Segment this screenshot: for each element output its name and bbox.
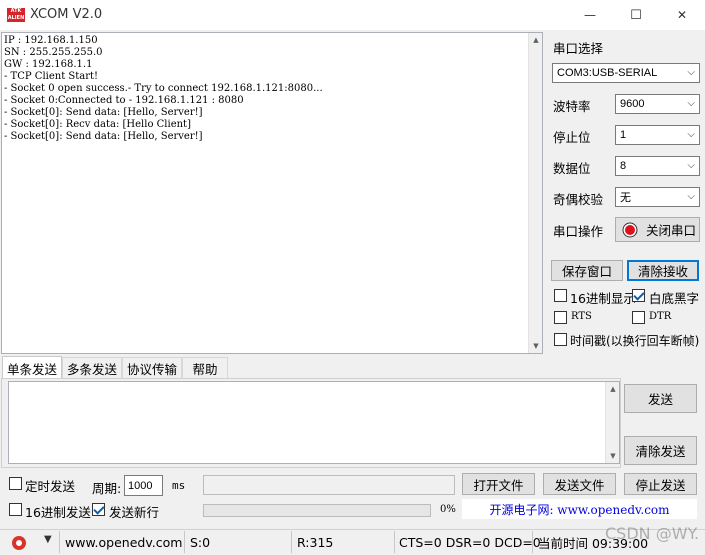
- promo-link[interactable]: 开源电子网: www.openedv.com: [462, 499, 697, 519]
- parity-value: 无: [620, 192, 631, 204]
- scroll-down-icon[interactable]: ▼: [606, 449, 620, 463]
- white-bg-checkbox[interactable]: [632, 289, 645, 302]
- baud-value: 9600: [620, 98, 645, 110]
- open-file-button[interactable]: 打开文件: [462, 473, 535, 495]
- send-scrollbar[interactable]: ▲ ▼: [605, 382, 619, 463]
- timed-send-checkbox[interactable]: [9, 477, 22, 490]
- save-window-button[interactable]: 保存窗口: [551, 260, 623, 281]
- hex-display-checkbox[interactable]: [554, 289, 567, 302]
- tab-protocol[interactable]: 协议传输: [122, 357, 182, 378]
- status-divider: [291, 531, 292, 553]
- close-port-label: 关闭串口: [646, 223, 697, 238]
- scroll-down-icon[interactable]: ▼: [529, 339, 543, 353]
- tab-single-send[interactable]: 单条发送: [2, 356, 62, 379]
- status-lines: CTS=0 DSR=0 DCD=0: [399, 534, 541, 550]
- port-select-label: 串口选择: [553, 41, 604, 56]
- menu-dropdown-icon[interactable]: ▼: [44, 534, 52, 545]
- send-progress-bar: [203, 504, 431, 517]
- period-input[interactable]: 1000: [124, 475, 163, 496]
- title-bar: ATK ALIEN XCOM V2.0 — ☐ ✕: [0, 0, 705, 30]
- timed-send-label: 定时发送: [25, 479, 76, 494]
- send-newline-checkbox[interactable]: [92, 503, 105, 516]
- stop-bits-label: 停止位: [553, 130, 591, 145]
- hex-display-label: 16进制显示: [570, 291, 636, 306]
- port-status-icon: [622, 222, 638, 237]
- window-title: XCOM V2.0: [30, 7, 103, 22]
- maximize-button[interactable]: ☐: [613, 0, 659, 30]
- parity-select[interactable]: 无 ⌵: [615, 187, 700, 207]
- stop-bits-select[interactable]: 1 ⌵: [615, 125, 700, 145]
- rts-label: RTS: [571, 311, 592, 322]
- settings-gear-icon[interactable]: [10, 534, 28, 552]
- watermark: CSDN @WY.: [605, 524, 700, 543]
- period-label: 周期:: [92, 481, 122, 496]
- send-button[interactable]: 发送: [624, 384, 697, 413]
- baud-select[interactable]: 9600 ⌵: [615, 94, 700, 114]
- send-progress-text: 0%: [440, 504, 456, 515]
- status-sent: S:0: [190, 534, 211, 550]
- parity-label: 奇偶校验: [553, 192, 604, 207]
- stop-send-button[interactable]: 停止发送: [624, 473, 697, 495]
- app-logo-icon: ATK ALIEN: [7, 8, 25, 22]
- timestamp-checkbox[interactable]: [554, 333, 567, 346]
- chevron-down-icon: ⌵: [687, 98, 695, 109]
- hex-send-checkbox[interactable]: [9, 503, 22, 516]
- port-select-value: COM3:USB-SERIAL: [557, 67, 658, 79]
- close-port-button[interactable]: 关闭串口: [615, 217, 700, 242]
- clear-send-button[interactable]: 清除发送: [624, 436, 697, 465]
- file-path-input[interactable]: [203, 475, 455, 495]
- data-bits-select[interactable]: 8 ⌵: [615, 156, 700, 176]
- close-button[interactable]: ✕: [659, 0, 705, 30]
- hex-send-label: 16进制发送: [25, 505, 91, 520]
- chevron-down-icon: ⌵: [687, 67, 695, 78]
- port-op-label: 串口操作: [553, 224, 604, 239]
- chevron-down-icon: ⌵: [687, 129, 695, 140]
- send-file-button[interactable]: 发送文件: [543, 473, 616, 495]
- data-bits-label: 数据位: [553, 161, 591, 176]
- stop-bits-value: 1: [620, 129, 627, 141]
- baud-label: 波特率: [553, 99, 591, 114]
- minimize-button[interactable]: —: [567, 0, 613, 30]
- period-unit: ms: [172, 479, 186, 492]
- port-select[interactable]: COM3:USB-SERIAL ⌵: [552, 63, 700, 83]
- status-divider: [394, 531, 395, 553]
- status-divider: [532, 531, 533, 553]
- receive-text: IP : 192.168.1.150 SN : 255.255.255.0 GW…: [4, 35, 323, 142]
- timestamp-label: 时间戳(以换行回车断帧): [570, 334, 700, 348]
- status-received: R:315: [297, 534, 334, 550]
- white-bg-label: 白底黑字: [649, 291, 700, 306]
- tab-help[interactable]: 帮助: [182, 357, 228, 378]
- dtr-label: DTR: [649, 311, 672, 322]
- status-website[interactable]: www.openedv.com: [65, 532, 182, 552]
- chevron-down-icon: ⌵: [687, 160, 695, 171]
- clear-receive-button[interactable]: 清除接收: [627, 260, 699, 281]
- rts-checkbox[interactable]: [554, 311, 567, 324]
- send-newline-label: 发送新行: [109, 505, 160, 520]
- scroll-up-icon[interactable]: ▲: [529, 33, 543, 47]
- receive-scrollbar[interactable]: ▲ ▼: [528, 33, 542, 353]
- scroll-up-icon[interactable]: ▲: [606, 382, 620, 396]
- send-input[interactable]: ▲ ▼: [8, 381, 620, 464]
- chevron-down-icon: ⌵: [687, 191, 695, 202]
- tab-multi-send[interactable]: 多条发送: [62, 357, 122, 378]
- dtr-checkbox[interactable]: [632, 311, 645, 324]
- data-bits-value: 8: [620, 160, 627, 172]
- status-divider: [184, 531, 185, 553]
- receive-area[interactable]: IP : 192.168.1.150 SN : 255.255.255.0 GW…: [1, 32, 543, 354]
- status-divider: [59, 531, 60, 553]
